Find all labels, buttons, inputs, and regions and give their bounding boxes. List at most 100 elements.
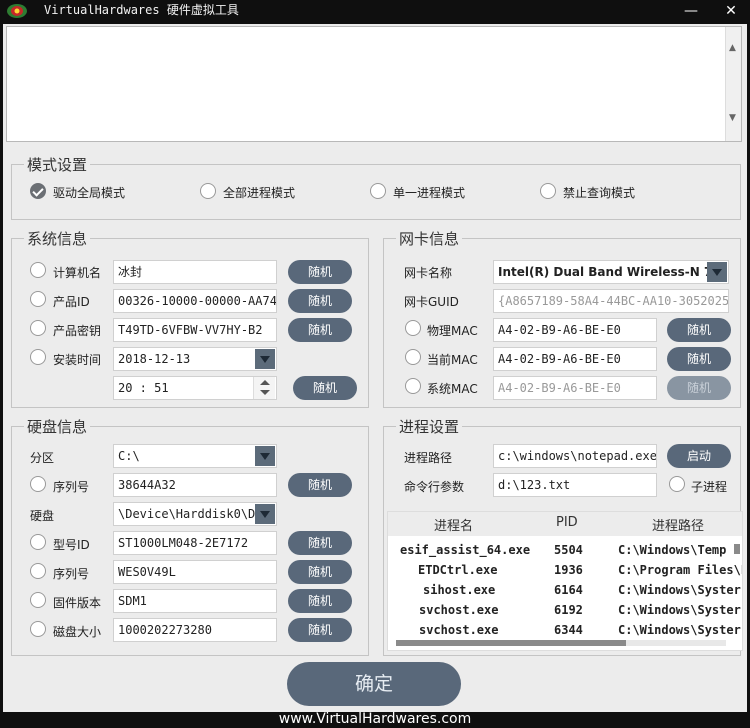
disk-serial-random-button[interactable]: 随机 [288, 560, 352, 584]
current-mac-label: 当前MAC [427, 353, 478, 367]
physical-mac-label: 物理MAC [427, 324, 478, 338]
scroll-down-icon[interactable]: ▼ [729, 113, 736, 123]
current-mac-radio[interactable] [405, 349, 421, 365]
spin-down-icon[interactable] [260, 390, 270, 395]
process-pid: 5504 [554, 543, 583, 557]
cmd-args-label: 命令行参数 [404, 480, 465, 494]
table-row[interactable]: ETDCtrl.exe 1936 C:\Program Files\E [388, 561, 742, 581]
volume-serial-random-button[interactable]: 随机 [288, 473, 352, 497]
table-row[interactable]: esif_assist_64.exe 5504 C:\Windows\Temp [388, 541, 742, 561]
main-panel: ▲ ▼ 模式设置 驱动全局模式 全部进程模式 单一进程模式 禁止查询模式 系统信… [3, 24, 747, 712]
nic-name-dropdown[interactable]: Intel(R) Dual Band Wireless-N 72 [493, 260, 729, 284]
close-button[interactable]: ✕ [718, 0, 744, 24]
table-horizontal-scrollbar[interactable] [396, 640, 726, 646]
system-mac-radio[interactable] [405, 378, 421, 394]
process-path: C:\Windows\Temp [618, 543, 727, 557]
product-id-random-button[interactable]: 随机 [288, 289, 352, 313]
install-time-radio[interactable] [30, 349, 46, 365]
mode-radio-all-process[interactable] [200, 183, 216, 199]
scroll-up-icon[interactable]: ▲ [729, 43, 736, 53]
nic-name-value: Intel(R) Dual Band Wireless-N 72 [498, 265, 721, 279]
mode-label-all-process: 全部进程模式 [223, 186, 296, 200]
chevron-down-icon[interactable] [707, 262, 727, 282]
process-path: C:\Windows\Syster [618, 603, 741, 617]
table-vertical-scrollbar[interactable] [734, 544, 740, 554]
current-mac-field[interactable]: A4-02-B9-A6-BE-E0 [493, 347, 657, 371]
product-id-radio[interactable] [30, 291, 46, 307]
table-row[interactable]: sihost.exe 6164 C:\Windows\Syster [388, 581, 742, 601]
scrollbar-thumb[interactable] [396, 640, 626, 646]
system-mac-label: 系统MAC [427, 382, 478, 396]
install-time-random-button[interactable]: 随机 [293, 376, 357, 400]
volume-serial-radio[interactable] [30, 476, 46, 492]
disk-size-field[interactable]: 1000202273280 [113, 618, 277, 642]
process-pid: 6192 [554, 603, 583, 617]
time-spin-buttons[interactable] [253, 377, 275, 399]
product-id-field[interactable]: 00326-10000-00000-AA748 [113, 289, 277, 313]
product-key-random-button[interactable]: 随机 [288, 318, 352, 342]
disk-size-random-button[interactable]: 随机 [288, 618, 352, 642]
child-process-radio[interactable] [669, 476, 685, 492]
current-mac-random-button[interactable]: 随机 [667, 347, 731, 371]
log-scrollbar[interactable]: ▲ ▼ [725, 27, 741, 141]
partition-dropdown[interactable]: C:\ [113, 444, 277, 468]
disk-size-radio[interactable] [30, 621, 46, 637]
column-header-name[interactable]: 进程名 [434, 515, 473, 534]
column-header-pid[interactable]: PID [556, 515, 578, 530]
table-row[interactable]: svchost.exe 6192 C:\Windows\Syster [388, 601, 742, 621]
physical-mac-field[interactable]: A4-02-B9-A6-BE-E0 [493, 318, 657, 342]
computer-name-random-button[interactable]: 随机 [288, 260, 352, 284]
footer-url[interactable]: www.VirtualHardwares.com [0, 712, 750, 728]
computer-name-radio[interactable] [30, 262, 46, 278]
log-textarea[interactable]: ▲ ▼ [6, 26, 742, 142]
cmd-args-field[interactable]: d:\123.txt [493, 473, 657, 497]
computer-name-field[interactable]: 冰封 [113, 260, 277, 284]
disk-serial-field[interactable]: WES0V49L [113, 560, 277, 584]
physical-mac-radio[interactable] [405, 320, 421, 336]
firmware-field[interactable]: SDM1 [113, 589, 277, 613]
app-logo-icon [7, 4, 27, 18]
partition-value: C:\ [118, 449, 140, 463]
system-mac-field[interactable]: A4-02-B9-A6-BE-E0 [493, 376, 657, 400]
process-path: C:\Program Files\E [618, 563, 743, 577]
chevron-down-icon[interactable] [255, 504, 275, 524]
table-row[interactable]: svchost.exe 6344 C:\Windows\Syster [388, 621, 742, 641]
mode-radio-single-process[interactable] [370, 183, 386, 199]
install-date-dropdown[interactable]: 2018-12-13 [113, 347, 277, 371]
spin-up-icon[interactable] [260, 380, 270, 385]
partition-label: 分区 [30, 451, 55, 465]
install-time-spinner[interactable]: 20 : 51 [113, 376, 277, 400]
model-id-random-button[interactable]: 随机 [288, 531, 352, 555]
process-name: svchost.exe [419, 603, 499, 617]
nic-guid-label: 网卡GUID [404, 295, 459, 309]
mode-radio-driver-global[interactable] [30, 183, 46, 199]
disk-dropdown[interactable]: \Device\Harddisk0\DI [113, 502, 277, 526]
physical-mac-random-button[interactable]: 随机 [667, 318, 731, 342]
model-id-field[interactable]: ST1000LM048-2E7172 [113, 531, 277, 555]
nic-info-legend: 网卡信息 [396, 228, 463, 249]
install-date-value: 2018-12-13 [118, 352, 191, 366]
firmware-radio[interactable] [30, 592, 46, 608]
child-process-label: 子进程 [691, 480, 728, 494]
system-mac-random-button[interactable]: 随机 [667, 376, 731, 400]
process-path: C:\Windows\Syster [618, 583, 741, 597]
chevron-down-icon[interactable] [255, 446, 275, 466]
nic-guid-field[interactable]: {A8657189-58A4-44BC-AA10-30520251 [493, 289, 729, 313]
column-header-path[interactable]: 进程路径 [652, 515, 704, 534]
chevron-down-icon[interactable] [255, 349, 275, 369]
confirm-button[interactable]: 确定 [287, 662, 461, 706]
mode-radio-disable-query[interactable] [540, 183, 556, 199]
firmware-random-button[interactable]: 随机 [288, 589, 352, 613]
product-key-field[interactable]: T49TD-6VFBW-VV7HY-B2 [113, 318, 277, 342]
volume-serial-field[interactable]: 38644A32 [113, 473, 277, 497]
model-id-radio[interactable] [30, 534, 46, 550]
disk-serial-radio[interactable] [30, 563, 46, 579]
start-process-button[interactable]: 启动 [667, 444, 731, 468]
mode-label-driver-global: 驱动全局模式 [53, 186, 126, 200]
window-title: VirtualHardwares 硬件虚拟工具 [44, 3, 239, 17]
product-key-radio[interactable] [30, 320, 46, 336]
process-table[interactable]: 进程名 PID 进程路径 esif_assist_64.exe 5504 C:\… [387, 511, 743, 651]
process-path-field[interactable]: c:\windows\notepad.exe [493, 444, 657, 468]
minimize-button[interactable]: — [678, 0, 704, 24]
process-pid: 6164 [554, 583, 583, 597]
